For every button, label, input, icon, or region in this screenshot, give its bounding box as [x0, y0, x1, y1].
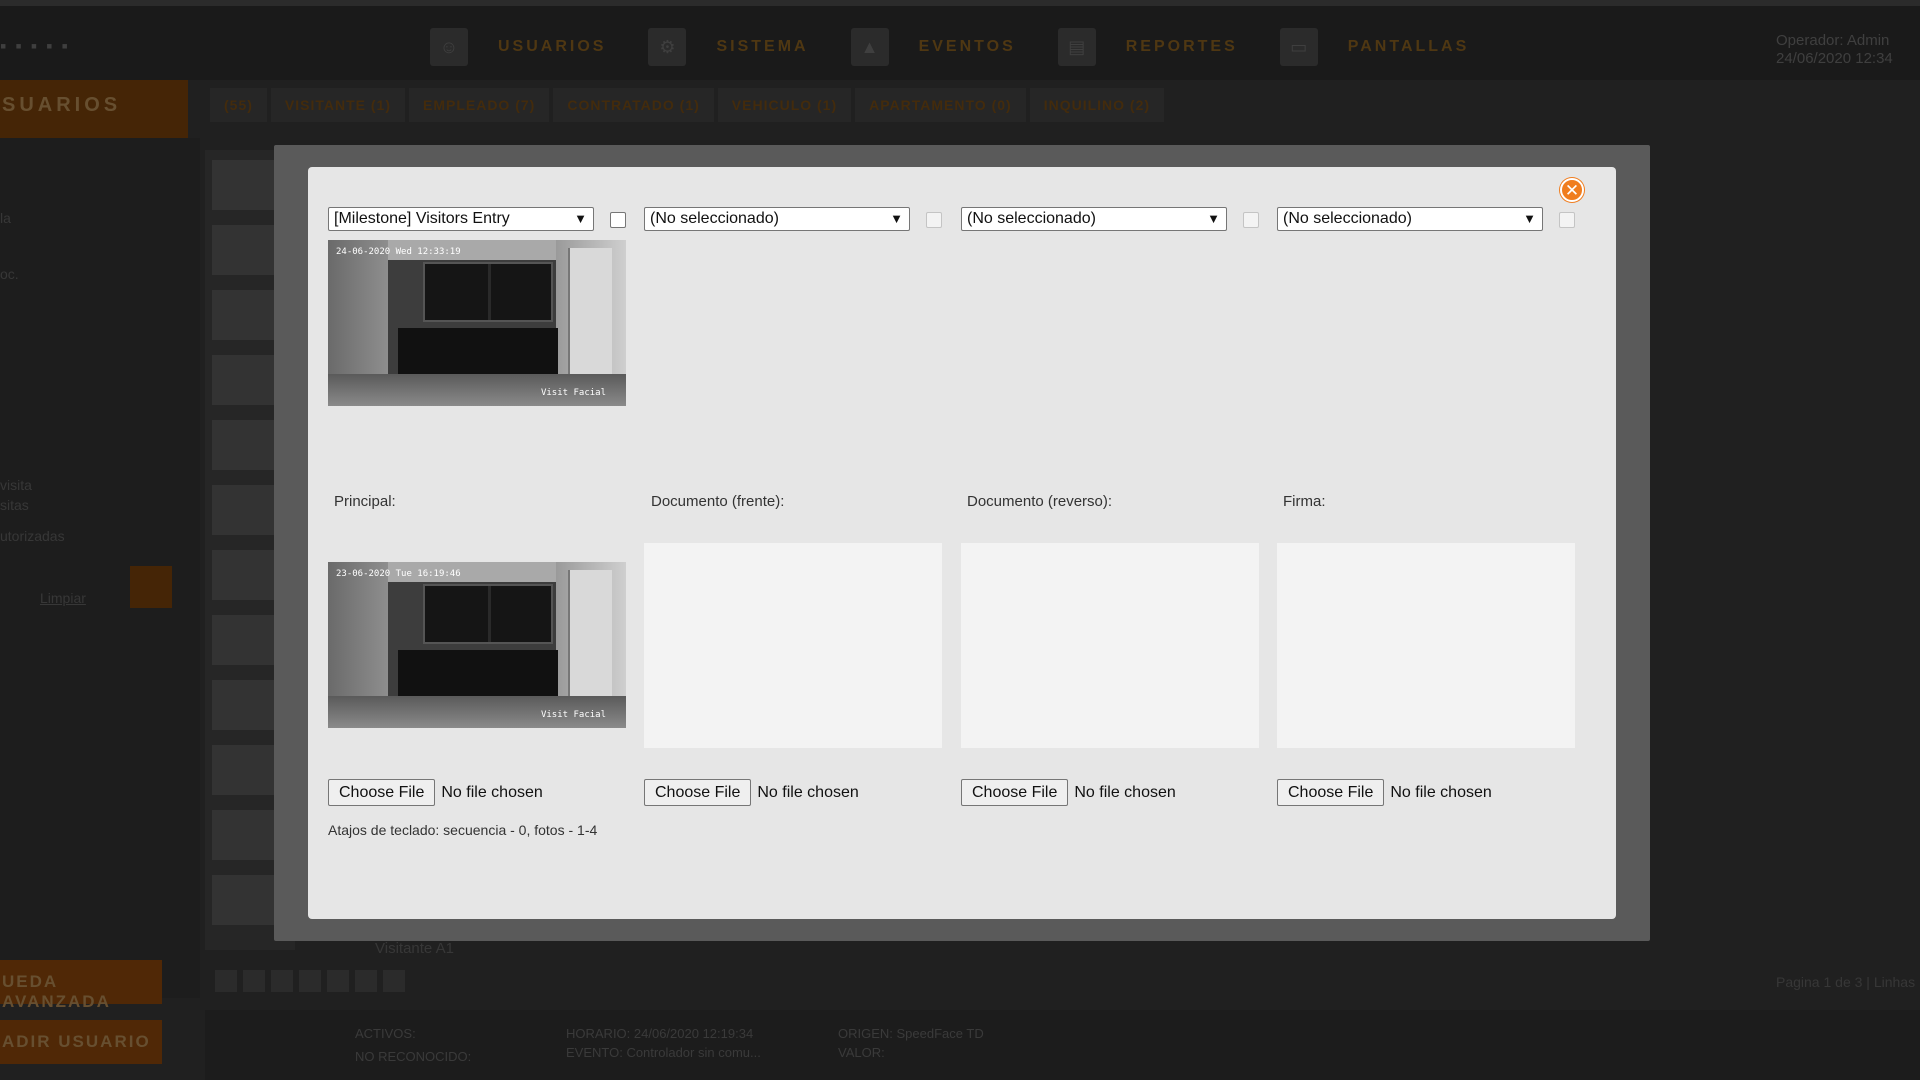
slot-label-signature: Firma:: [1283, 493, 1326, 510]
chevron-down-icon: ▼: [574, 211, 587, 226]
camera-select-4[interactable]: (No seleccionado) ▼: [1277, 207, 1543, 231]
slot-label-document-front: Documento (frente):: [651, 493, 785, 510]
file-status: No file chosen: [441, 783, 543, 801]
camera-checkbox-3[interactable]: [1243, 212, 1259, 228]
camera-checkbox-1[interactable]: [610, 212, 626, 228]
signature-photo[interactable]: [1277, 543, 1575, 748]
chevron-down-icon: ▼: [1523, 211, 1536, 226]
document-front-photo[interactable]: [644, 543, 942, 748]
camera-select-1[interactable]: [Milestone] Visitors Entry ▼: [328, 207, 594, 231]
camera-checkbox-2[interactable]: [926, 212, 942, 228]
live-camera-feed[interactable]: 24-06-2020 Wed 12:33:19 Visit Facial: [328, 240, 626, 406]
file-status: No file chosen: [1074, 783, 1176, 801]
slot-label-document-back: Documento (reverso):: [967, 493, 1113, 510]
file-input-principal: Choose File No file chosen: [328, 779, 543, 806]
file-input-document-back: Choose File No file chosen: [961, 779, 1176, 806]
camera-select-2[interactable]: (No seleccionado) ▼: [644, 207, 910, 231]
photo-timestamp: 23-06-2020 Tue 16:19:46: [336, 569, 461, 579]
close-icon: ✕: [1564, 180, 1580, 200]
principal-photo[interactable]: 23-06-2020 Tue 16:19:46 Visit Facial: [328, 562, 626, 728]
file-status: No file chosen: [1390, 783, 1492, 801]
document-back-photo[interactable]: [961, 543, 1259, 748]
feed-timestamp: 24-06-2020 Wed 12:33:19: [336, 247, 461, 257]
choose-file-button[interactable]: Choose File: [961, 779, 1069, 806]
file-status: No file chosen: [757, 783, 859, 801]
choose-file-button[interactable]: Choose File: [328, 779, 436, 806]
photo-camera-name: Visit Facial: [540, 710, 606, 720]
chevron-down-icon: ▼: [1207, 211, 1220, 226]
file-input-document-front: Choose File No file chosen: [644, 779, 859, 806]
choose-file-button[interactable]: Choose File: [1277, 779, 1385, 806]
camera-select-3[interactable]: (No seleccionado) ▼: [961, 207, 1227, 231]
close-button[interactable]: ✕: [1560, 178, 1584, 202]
slot-label-principal: Principal:: [334, 493, 396, 510]
file-input-signature: Choose File No file chosen: [1277, 779, 1492, 806]
keyboard-shortcuts-hint: Atajos de teclado: secuencia - 0, fotos …: [328, 822, 598, 838]
chevron-down-icon: ▼: [890, 211, 903, 226]
choose-file-button[interactable]: Choose File: [644, 779, 752, 806]
feed-camera-name: Visit Facial: [540, 388, 606, 398]
camera-checkbox-4[interactable]: [1559, 212, 1575, 228]
